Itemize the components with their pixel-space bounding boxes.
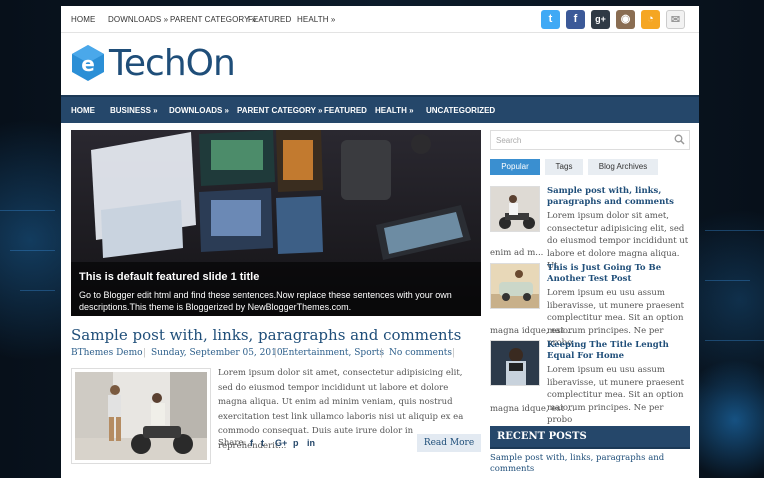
post-date[interactable]: Sunday, September 05, 2010 — [151, 348, 283, 358]
popular-post-title[interactable]: Keeping The Title Length Equal For Home — [547, 340, 687, 361]
blog-page: HOME DOWNLOADS » PARENT CATEGORY » FEATU… — [61, 6, 699, 478]
popular-post-title[interactable]: Sample post with, links, paragraphs and … — [547, 186, 687, 207]
camera-thumb-image — [491, 341, 539, 385]
meta-separator: | — [380, 348, 384, 358]
nav-featured[interactable]: FEATURED — [324, 106, 367, 115]
motorcycle-photo — [75, 372, 207, 460]
meta-separator: | — [274, 348, 278, 358]
popular-post-excerpt-tail: magna idque, est ... — [490, 326, 575, 336]
share-google-plus-icon[interactable]: G+ — [275, 438, 287, 448]
nav-parent-category[interactable]: PARENT CATEGORY » — [237, 106, 323, 115]
post-title[interactable]: Sample post with, links, paragraphs and … — [71, 326, 461, 344]
read-more-button[interactable]: Read More — [417, 434, 481, 452]
recent-posts-heading: RECENT POSTS — [490, 426, 690, 449]
meta-separator: | — [143, 348, 147, 358]
slide-description: Go to Blogger edit html and find these s… — [79, 290, 452, 312]
popular-post-thumbnail[interactable] — [490, 340, 540, 386]
slide-title[interactable]: This is default featured slide 1 title — [79, 271, 259, 283]
post-author[interactable]: BThemes Demo — [71, 348, 143, 358]
nav-home[interactable]: HOME — [71, 106, 95, 115]
top-navigation: HOME DOWNLOADS » PARENT CATEGORY » FEATU… — [61, 6, 699, 33]
tab-popular[interactable]: Popular — [490, 159, 540, 175]
search-input[interactable]: Search — [490, 130, 690, 150]
tab-tags[interactable]: Tags — [545, 159, 583, 175]
popular-post-thumbnail[interactable] — [490, 186, 540, 232]
nav-health[interactable]: HEALTH » — [375, 106, 414, 115]
share-facebook-icon[interactable]: f — [250, 438, 253, 448]
meta-separator: | — [452, 348, 456, 358]
instagram-icon[interactable]: ◉ — [616, 10, 635, 29]
top-nav-home[interactable]: HOME — [71, 15, 95, 24]
circuit-line — [705, 230, 764, 231]
circuit-line — [10, 250, 55, 251]
post-comments-link[interactable]: No comments — [389, 348, 452, 358]
logo-hexagon-icon: e — [72, 45, 104, 81]
search-placeholder: Search — [496, 136, 522, 145]
svg-text:e: e — [81, 52, 95, 76]
logo-text: TechOn — [109, 43, 236, 84]
search-icon[interactable] — [674, 134, 685, 145]
popular-post-thumbnail[interactable] — [490, 263, 540, 309]
popular-post-excerpt-tail: magna idque, est ... — [490, 404, 575, 414]
twitter-icon[interactable]: t — [541, 10, 560, 29]
nav-uncategorized[interactable]: UNCATEGORIZED — [426, 106, 495, 115]
circuit-line — [705, 280, 750, 281]
nav-business[interactable]: BUSINESS » — [110, 106, 158, 115]
rss-icon[interactable]: ◔ — [641, 10, 660, 29]
popular-post-excerpt-tail: enim ad m... — [490, 248, 544, 258]
share-label: Share: — [218, 438, 247, 448]
share-twitter-icon[interactable]: t — [261, 438, 264, 448]
google-plus-icon[interactable]: g+ — [591, 10, 610, 29]
circuit-line — [0, 210, 55, 211]
top-nav-downloads[interactable]: DOWNLOADS » — [108, 15, 168, 24]
nav-downloads[interactable]: DOWNLOADS » — [169, 106, 229, 115]
share-linkedin-icon[interactable]: in — [307, 438, 315, 448]
post-categories[interactable]: Entertainment, Sports — [282, 348, 384, 358]
popular-post-excerpt: Lorem ipsum eu usu assum liberavisse, ut… — [547, 365, 685, 425]
tab-blog-archives[interactable]: Blog Archives — [588, 159, 658, 175]
top-nav-health[interactable]: HEALTH » — [297, 15, 335, 24]
recent-post-link[interactable]: Sample post with, links, paragraphs and … — [490, 453, 680, 475]
motorcycle-thumb-image — [491, 187, 539, 231]
circuit-line — [20, 290, 55, 291]
share-pinterest-icon[interactable]: p — [293, 438, 299, 448]
top-nav-parent-category[interactable]: PARENT CATEGORY » — [170, 15, 256, 24]
popular-post-title[interactable]: This is Just Going To Be Another Test Po… — [547, 263, 687, 284]
post-thumbnail[interactable] — [71, 368, 211, 464]
car-thumb-image — [491, 264, 539, 308]
main-navigation: HOME BUSINESS » DOWNLOADS » PARENT CATEG… — [61, 95, 699, 123]
featured-slider[interactable]: This is default featured slide 1 title G… — [71, 130, 481, 316]
circuit-line — [705, 340, 764, 341]
facebook-icon[interactable]: f — [566, 10, 585, 29]
email-icon[interactable]: ✉ — [666, 10, 685, 29]
top-nav-featured[interactable]: FEATURED — [248, 15, 291, 24]
